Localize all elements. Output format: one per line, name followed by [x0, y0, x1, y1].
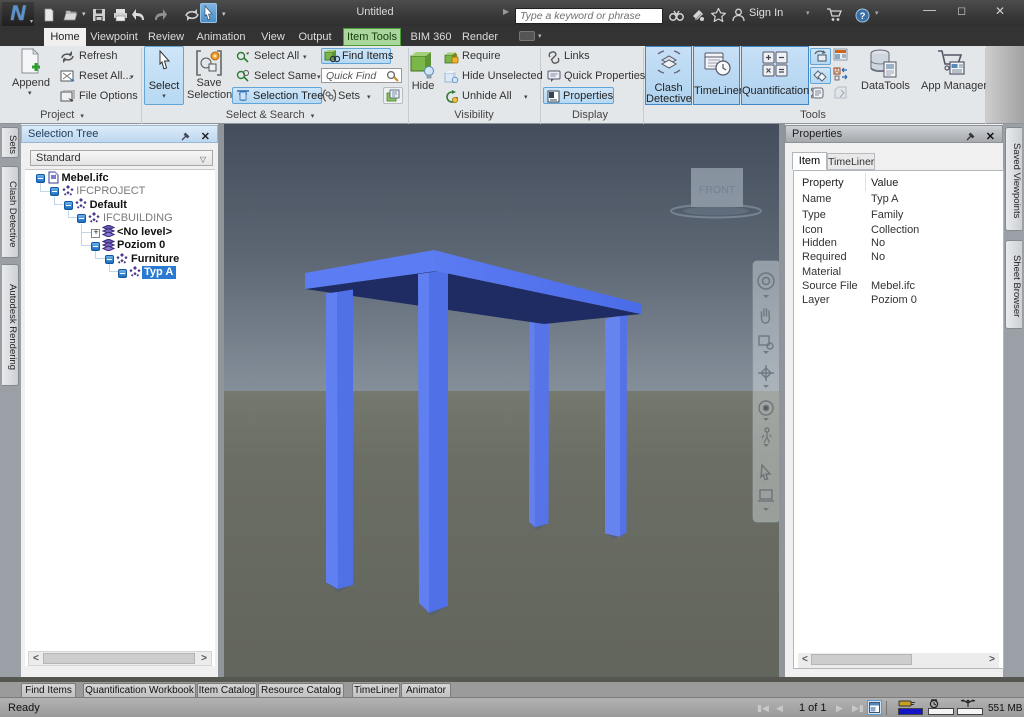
svg-text:?: ?: [860, 11, 866, 22]
svg-text:A: A: [835, 69, 839, 75]
svg-text:FRONT: FRONT: [699, 184, 736, 196]
